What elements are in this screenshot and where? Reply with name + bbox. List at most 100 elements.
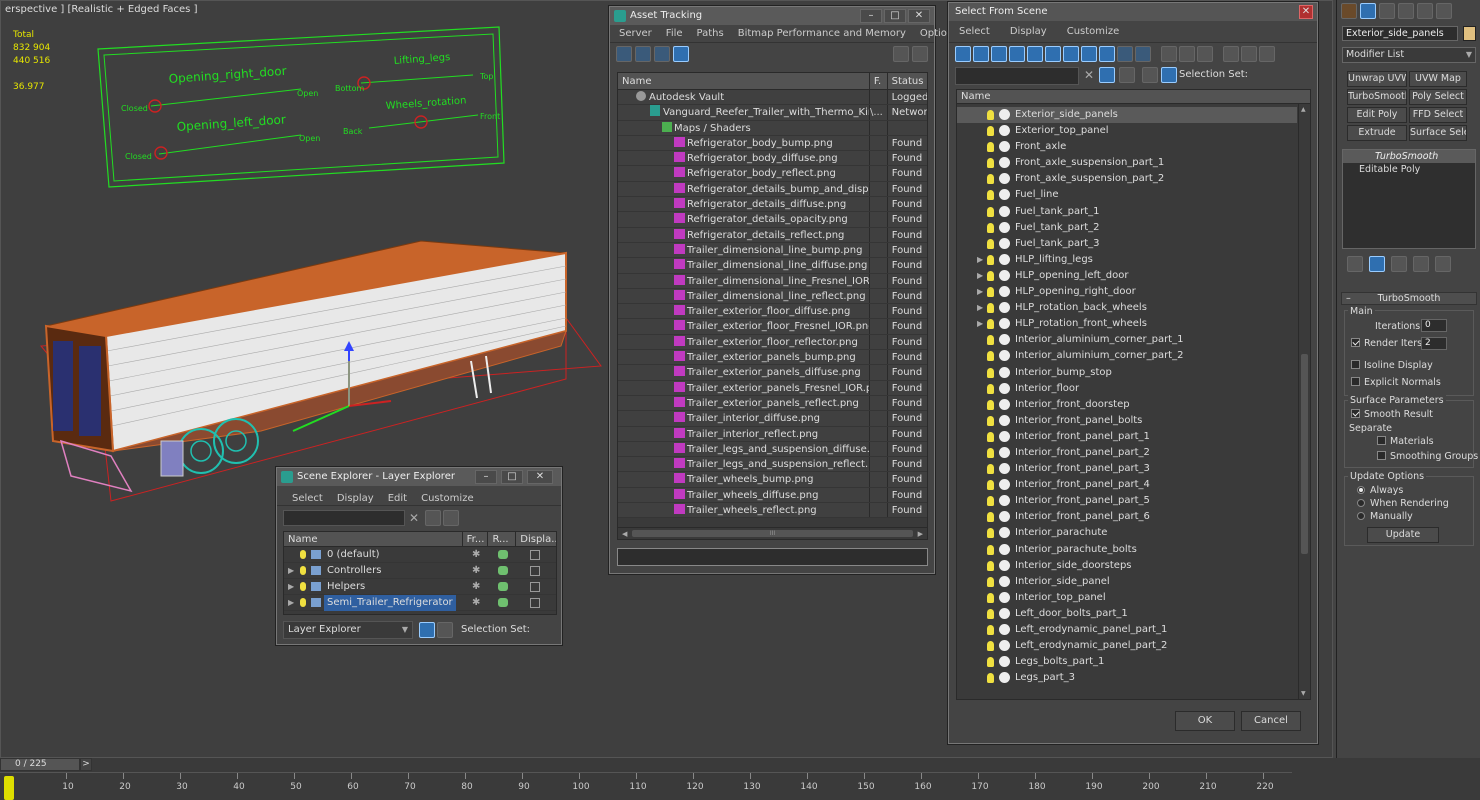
scene-object-row[interactable]: ▶ HLP_rotation_front_wheels	[957, 316, 1297, 332]
scene-object-row[interactable]: Front_axle_suspension_part_2	[957, 171, 1297, 187]
visibility-bulb-icon[interactable]	[987, 447, 994, 458]
scroll-up-icon[interactable]: ▲	[1301, 106, 1306, 113]
scroll-down-icon[interactable]: ▼	[1301, 690, 1306, 697]
visibility-bulb-icon[interactable]	[987, 383, 994, 394]
selection-set-icon[interactable]	[1142, 67, 1158, 83]
visibility-bulb-icon[interactable]	[987, 351, 994, 362]
minimize-button[interactable]: –	[860, 9, 882, 23]
visibility-bulb-icon[interactable]	[987, 335, 994, 346]
poly-select-button[interactable]: Poly Select	[1409, 89, 1467, 105]
visibility-bulb-icon[interactable]	[987, 415, 994, 426]
ffd-select-button[interactable]: FFD Select	[1409, 107, 1467, 123]
visibility-bulb-icon[interactable]	[987, 496, 994, 507]
expand-arrow-icon[interactable]: ▶	[288, 595, 294, 611]
asset-row[interactable]: Trailer_legs_and_suspension_diffuse.png F…	[618, 441, 927, 458]
make-unique-icon[interactable]	[1391, 256, 1407, 272]
asset-row[interactable]: Refrigerator_details_opacity.png Found	[618, 212, 927, 228]
next-frame-button[interactable]: >	[80, 758, 92, 771]
ok-button[interactable]: OK	[1175, 711, 1235, 731]
filter-shapes-icon[interactable]	[973, 46, 989, 62]
scene-object-row[interactable]: Fuel_tank_part_2	[957, 220, 1297, 236]
asset-row[interactable]: Trailer_exterior_floor_Fresnel_IOR.png Fo…	[618, 319, 927, 335]
visibility-bulb-icon[interactable]	[987, 254, 994, 265]
visibility-bulb-icon[interactable]	[987, 238, 994, 249]
find-filter-icon[interactable]	[1099, 67, 1115, 83]
help-icon[interactable]	[893, 46, 909, 62]
menu-file[interactable]: File	[659, 25, 690, 42]
scroll-left-icon[interactable]: ◀	[622, 530, 627, 538]
freeze-snowflake-icon[interactable]: ✱	[472, 579, 480, 595]
render-iters-checkbox[interactable]	[1351, 338, 1360, 347]
visibility-bulb-icon[interactable]	[987, 142, 994, 153]
visibility-bulb-icon[interactable]	[987, 319, 994, 330]
visibility-bulb-icon[interactable]	[987, 270, 994, 281]
time-slider-handle[interactable]	[4, 776, 14, 800]
filter-spacewarps-icon[interactable]	[1045, 46, 1061, 62]
turbosmooth-button[interactable]: TurboSmooth	[1347, 89, 1407, 105]
menu-display[interactable]: Display	[330, 486, 381, 505]
extrude-button[interactable]: Extrude	[1347, 125, 1407, 141]
asset-row[interactable]: Trailer_exterior_panels_reflect.png Found	[618, 395, 927, 412]
minimize-button[interactable]: –	[475, 470, 497, 484]
sfs-vscrollbar[interactable]: ▲ ▼	[1298, 104, 1310, 699]
filter-bones-icon[interactable]	[1099, 46, 1115, 62]
asset-row[interactable]: Trailer_interior_diffuse.png Found	[618, 411, 927, 427]
display-tab-icon[interactable]	[1417, 3, 1433, 19]
filter-frozen-icon[interactable]	[1135, 46, 1151, 62]
asset-row[interactable]: Trailer_wheels_diffuse.png Found	[618, 487, 927, 504]
col-render[interactable]: R...	[488, 532, 517, 546]
layer-row[interactable]: 0 (default) ✱	[284, 547, 556, 563]
visibility-bulb-icon[interactable]	[987, 158, 994, 169]
manually-radio[interactable]	[1357, 512, 1365, 520]
scene-object-row[interactable]: Interior_front_panel_bolts	[957, 413, 1297, 429]
layers-filter-icon[interactable]	[443, 510, 459, 526]
visibility-bulb-icon[interactable]	[987, 174, 994, 185]
scene-object-row[interactable]: Exterior_side_panels	[957, 107, 1297, 124]
smooth-result-row[interactable]: Smooth Result	[1351, 409, 1433, 420]
clear-icon[interactable]: ✕	[409, 511, 419, 525]
smooth-result-checkbox[interactable]	[1351, 409, 1360, 418]
scene-object-row[interactable]: Interior_front_panel_part_5	[957, 493, 1297, 509]
object-color-swatch[interactable]	[1463, 26, 1476, 41]
clear-icon[interactable]: ✕	[1084, 68, 1094, 82]
create-tab-icon[interactable]	[1341, 3, 1357, 19]
menu-server[interactable]: Server	[612, 25, 659, 42]
close-button[interactable]: ✕	[908, 9, 930, 23]
utilities-tab-icon[interactable]	[1436, 3, 1452, 19]
asset-row[interactable]: Trailer_dimensional_line_diffuse.png Foun…	[618, 258, 927, 274]
asset-hscrollbar[interactable]: ◀ III ▶	[618, 527, 927, 539]
modifier-list-dropdown[interactable]: Modifier List ▼	[1342, 47, 1476, 63]
display-box-icon[interactable]	[530, 582, 540, 592]
isoline-display-row[interactable]: Isoline Display	[1351, 360, 1433, 371]
visibility-bulb-icon[interactable]	[987, 560, 994, 571]
visibility-bulb-icon[interactable]	[987, 608, 994, 619]
col-f[interactable]: F.	[870, 73, 888, 89]
render-teapot-icon[interactable]	[498, 598, 508, 607]
materials-checkbox[interactable]	[1377, 436, 1386, 445]
expand-arrow-icon[interactable]: ▶	[977, 268, 983, 284]
render-teapot-icon[interactable]	[498, 566, 508, 575]
col-name[interactable]: Name	[618, 73, 870, 89]
display-box-icon[interactable]	[530, 566, 540, 576]
render-teapot-icon[interactable]	[498, 582, 508, 591]
asset-row[interactable]: Trailer_dimensional_line_bump.png Found	[618, 242, 927, 259]
asset-row[interactable]: Autodesk Vault Logged	[618, 90, 927, 106]
track-bar[interactable]: 10 20 30 40 50 60 70 80 90 100 110 120 130 140 150 160 1…	[0, 772, 1292, 794]
render-teapot-icon[interactable]	[498, 550, 508, 559]
visibility-bulb-icon[interactable]	[987, 303, 994, 314]
scene-object-row[interactable]: Interior_front_panel_part_3	[957, 461, 1297, 477]
scroll-thumb[interactable]: III	[632, 530, 913, 537]
scene-object-row[interactable]: Fuel_tank_part_1	[957, 204, 1297, 220]
asset-row[interactable]: Refrigerator_body_reflect.png Found	[618, 166, 927, 182]
scene-object-row[interactable]: ▶ HLP_opening_right_door	[957, 284, 1297, 300]
asset-row[interactable]: Refrigerator_body_diffuse.png Found	[618, 151, 927, 167]
visibility-bulb-icon[interactable]	[987, 625, 994, 635]
scene-object-row[interactable]: Interior_side_doorsteps	[957, 558, 1297, 574]
hierarchy-icon[interactable]	[1241, 46, 1257, 62]
semi-trailer-model[interactable]	[39, 240, 602, 502]
asset-row[interactable]: Trailer_dimensional_line_reflect.png Foun…	[618, 288, 927, 305]
scroll-thumb[interactable]	[1301, 354, 1308, 554]
scene-object-row[interactable]: Left_door_bolts_part_1	[957, 606, 1297, 622]
visibility-bulb-icon[interactable]	[300, 566, 306, 575]
materials-row[interactable]: Materials	[1377, 436, 1434, 447]
